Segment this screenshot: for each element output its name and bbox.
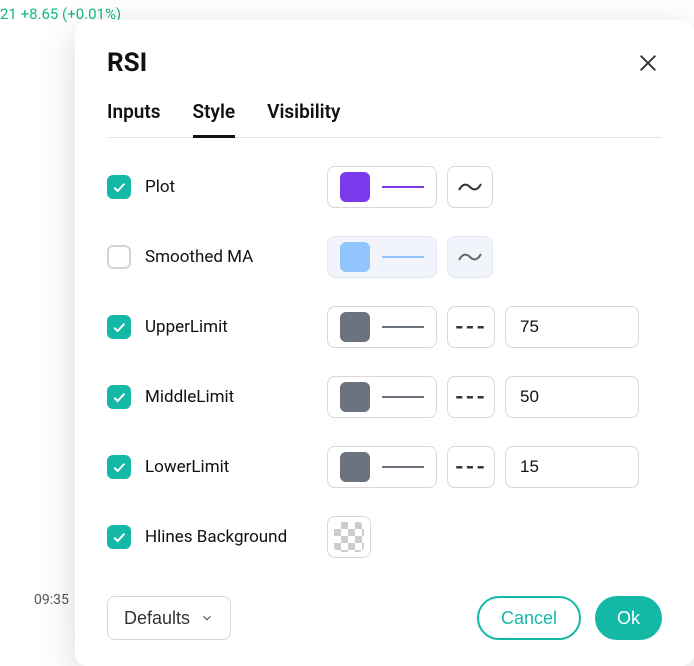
smoothed-ma-color-picker[interactable] [327,236,437,278]
plot-label: Plot [145,177,175,197]
upper-limit-input[interactable] [505,306,639,348]
lower-limit-line-sample [382,466,424,468]
ok-button[interactable]: Ok [595,596,662,640]
modal-title: RSI [107,48,147,78]
plot-color-picker[interactable] [327,166,437,208]
middle-limit-color-swatch [340,382,370,412]
upper-limit-color-swatch [340,312,370,342]
upper-limit-line-sample [382,326,424,328]
middle-limit-input[interactable] [505,376,639,418]
defaults-label: Defaults [124,608,190,629]
row-middle-limit: MiddleLimit --- [107,376,662,418]
lower-limit-color-picker[interactable] [327,446,437,488]
smoothed-ma-line-style-button[interactable] [447,236,493,278]
lower-limit-color-swatch [340,452,370,482]
row-hlines-background: Hlines Background [107,516,662,558]
tabs: Inputs Style Visibility [107,100,662,138]
lower-limit-label: LowerLimit [145,457,229,477]
cancel-button[interactable]: Cancel [477,596,581,640]
lower-limit-input[interactable] [505,446,639,488]
transparent-swatch-icon [334,522,364,552]
plot-line-sample [382,186,424,188]
middle-limit-label: MiddleLimit [145,387,234,407]
smoothed-ma-label: Smoothed MA [145,247,253,267]
upper-limit-dash-button[interactable]: --- [447,306,495,348]
smoothed-ma-color-swatch [340,242,370,272]
check-icon [111,319,127,335]
upper-limit-label: UpperLimit [145,317,228,337]
rsi-settings-modal: RSI Inputs Style Visibility Plot [75,20,694,666]
close-button[interactable] [634,49,662,77]
middle-limit-dash-button[interactable]: --- [447,376,495,418]
upper-limit-color-picker[interactable] [327,306,437,348]
chevron-down-icon [200,611,214,625]
plot-line-style-button[interactable] [447,166,493,208]
check-icon [111,459,127,475]
wave-icon [458,180,482,194]
time-axis-label: 09:35 [34,592,69,608]
lower-limit-dash-button[interactable]: --- [447,446,495,488]
tab-style[interactable]: Style [193,100,236,138]
row-upper-limit: UpperLimit --- [107,306,662,348]
hlines-color-picker[interactable] [327,516,371,558]
middle-limit-checkbox[interactable] [107,385,131,409]
lower-limit-checkbox[interactable] [107,455,131,479]
plot-color-swatch [340,172,370,202]
tab-visibility[interactable]: Visibility [267,100,340,138]
hlines-label: Hlines Background [145,527,287,547]
upper-limit-checkbox[interactable] [107,315,131,339]
smoothed-ma-checkbox[interactable] [107,245,131,269]
defaults-dropdown[interactable]: Defaults [107,596,231,640]
tab-inputs[interactable]: Inputs [107,100,161,138]
row-smoothed-ma: Smoothed MA [107,236,662,278]
check-icon [111,529,127,545]
row-lower-limit: LowerLimit --- [107,446,662,488]
row-plot: Plot [107,166,662,208]
middle-limit-color-picker[interactable] [327,376,437,418]
smoothed-ma-line-sample [382,256,424,258]
modal-footer: Defaults Cancel Ok [107,596,662,640]
check-icon [111,179,127,195]
plot-checkbox[interactable] [107,175,131,199]
middle-limit-line-sample [382,396,424,398]
wave-icon [458,250,482,264]
close-icon [637,52,659,74]
check-icon [111,389,127,405]
modal-header: RSI [107,48,662,78]
style-rows: Plot Smoothed MA [107,166,662,572]
hlines-checkbox[interactable] [107,525,131,549]
